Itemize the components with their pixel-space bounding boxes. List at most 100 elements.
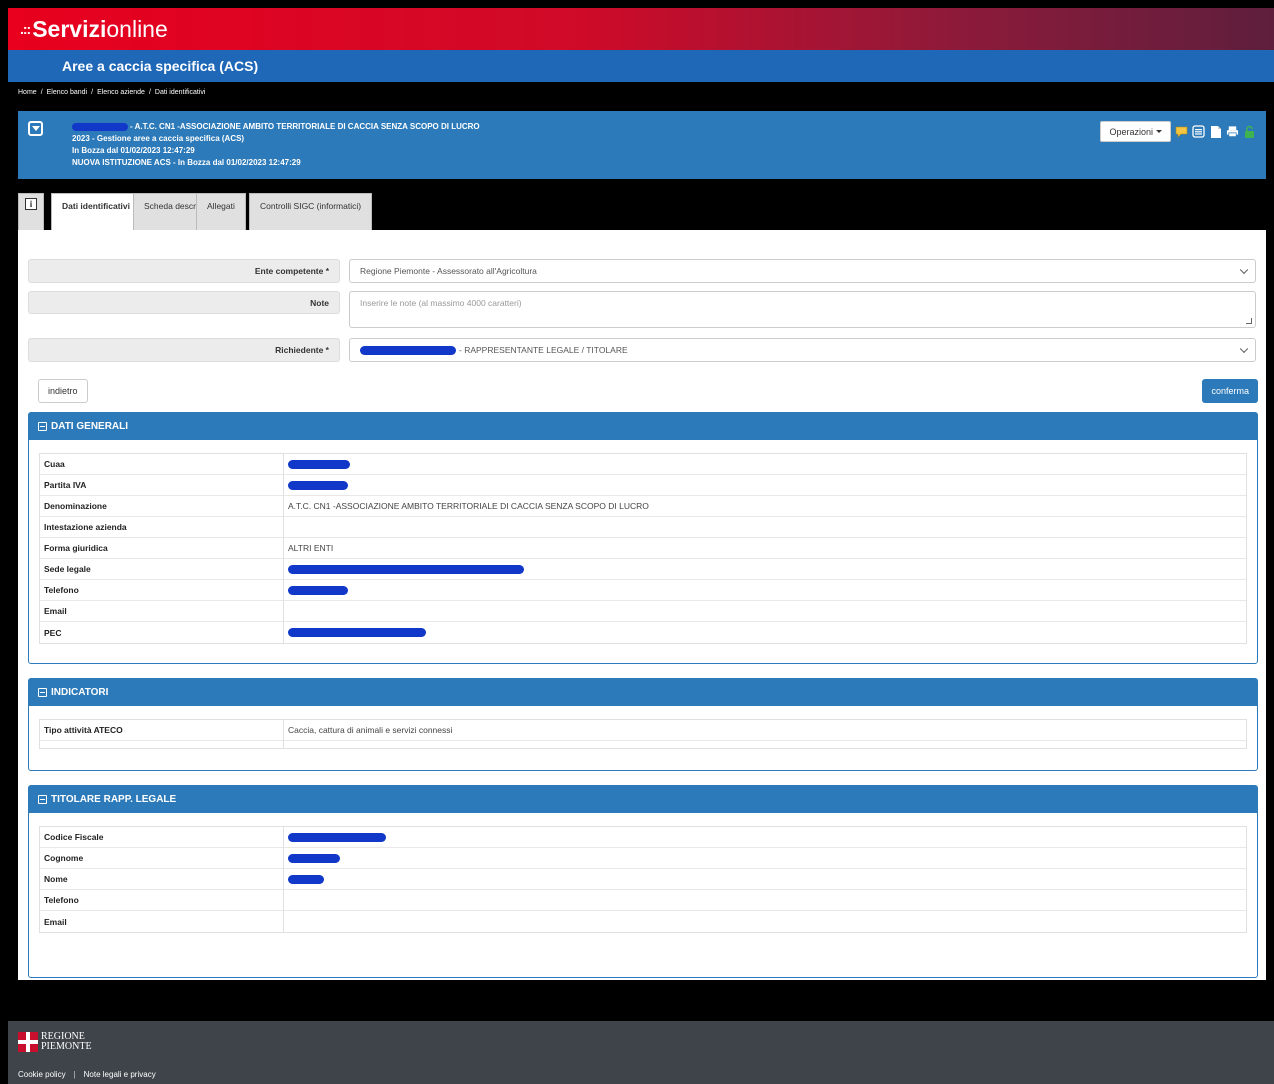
table-row: Intestazione azienda — [40, 517, 1246, 538]
table-row: Email — [40, 911, 1246, 932]
redacted-value — [288, 585, 348, 595]
flag-icon — [18, 1032, 38, 1052]
row-value — [284, 827, 1246, 847]
document-icon[interactable] — [1209, 124, 1222, 139]
redacted-name — [360, 345, 456, 355]
legal-privacy-link[interactable]: Note legali e privacy — [84, 1070, 156, 1079]
note-label: Note — [28, 291, 340, 314]
row-key: Email — [40, 601, 284, 621]
page-title: Aree a caccia specifica (ACS) — [62, 58, 259, 74]
row-key: Email — [40, 911, 284, 932]
practice-type-status: NUOVA ISTITUZIONE ACS - In Bozza dal 01/… — [72, 158, 301, 167]
table-row: PEC — [40, 622, 1246, 643]
table-row: Nome — [40, 869, 1246, 890]
ente-competente-select[interactable]: Regione Piemonte - Assessorato all'Agric… — [349, 259, 1256, 283]
redacted-value — [288, 853, 340, 863]
collapse-toggle-button[interactable] — [28, 121, 43, 136]
note-textarea[interactable]: Inserire le note (al massimo 4000 caratt… — [349, 291, 1256, 328]
brand-bar: .:: Servizi online — [8, 8, 1274, 50]
row-key: Telefono — [40, 890, 284, 910]
row-value: Caccia, cattura di animali e servizi con… — [288, 725, 453, 735]
practice-title: - A.T.C. CN1 -ASSOCIAZIONE AMBITO TERRIT… — [130, 122, 480, 131]
brand-name-light[interactable]: online — [106, 16, 167, 43]
panel-indicatori: INDICATORI Tipo attività ATECO Caccia, ca… — [28, 678, 1258, 771]
table-row: Denominazione A.T.C. CN1 -ASSOCIAZIONE AM… — [40, 496, 1246, 517]
row-value — [284, 848, 1246, 868]
resize-handle-icon[interactable] — [1246, 318, 1252, 324]
table-row: Tipo attività ATECO Caccia, cattura di an… — [40, 720, 1246, 741]
richiedente-row: Richiedente * - RAPPRESENTANTE LEGALE / … — [28, 338, 1256, 362]
richiedente-label: Richiedente * — [28, 338, 340, 362]
row-key: Tipo attività ATECO — [40, 720, 284, 740]
breadcrumb-elenco-aziende[interactable]: Elenco aziende — [97, 89, 145, 96]
panel-dati-generali: DATI GENERALI Cuaa Partita IVA Denominaz… — [28, 412, 1258, 664]
redacted-value — [288, 480, 348, 490]
lock-icon[interactable] — [1243, 124, 1256, 139]
row-key: PEC — [40, 622, 284, 643]
row-key: Cognome — [40, 848, 284, 868]
breadcrumb-elenco-bandi[interactable]: Elenco bandi — [47, 89, 87, 96]
brand-name-bold[interactable]: Servizi — [32, 16, 106, 43]
row-value — [284, 454, 1246, 474]
richiedente-value: - RAPPRESENTANTE LEGALE / TITOLARE — [459, 345, 628, 355]
brand-dots: .:: — [20, 21, 31, 37]
ente-competente-value: Regione Piemonte - Assessorato all'Agric… — [360, 266, 537, 276]
table-row: Telefono — [40, 890, 1246, 911]
dati-generali-table: Cuaa Partita IVA Denominazione A.T.C. CN1… — [39, 453, 1247, 644]
practice-bando: 2023 - Gestione aree a caccia specifica … — [72, 134, 245, 143]
footer-links: Cookie policy | Note legali e privacy — [18, 1070, 156, 1079]
row-value — [284, 601, 1246, 621]
logo-text: REGIONE PIEMONTE — [41, 1032, 92, 1052]
richiedente-select[interactable]: - RAPPRESENTANTE LEGALE / TITOLARE — [349, 338, 1256, 362]
row-value — [284, 911, 1246, 932]
list-icon[interactable] — [1192, 124, 1205, 139]
row-key: Forma giuridica — [40, 538, 284, 558]
operations-toolbar: Operazioni — [1100, 121, 1256, 142]
table-row: Sede legale — [40, 559, 1246, 580]
tab-controlli-sigc[interactable]: Controlli SIGC (informatici) — [249, 193, 373, 230]
row-value — [284, 559, 1246, 579]
table-row: Partita IVA — [40, 475, 1246, 496]
chevron-down-icon — [1239, 265, 1249, 275]
indicatori-table: Tipo attività ATECO Caccia, cattura di an… — [39, 719, 1247, 749]
comment-icon[interactable] — [1175, 124, 1188, 139]
panel-titolare: TITOLARE RAPP. LEGALE Codice Fiscale Cog… — [28, 785, 1258, 978]
main-content: Ente competente * Regione Piemonte - Ass… — [18, 230, 1266, 980]
tab-dati-identificativi[interactable]: Dati identificativi — [51, 193, 142, 231]
row-key: Telefono — [40, 580, 284, 600]
tab-info[interactable]: i — [18, 193, 44, 230]
caret-down-icon — [1156, 130, 1162, 133]
info-icon: i — [25, 198, 37, 210]
titolare-table: Codice Fiscale Cognome Nome Telefono Ema… — [39, 826, 1247, 933]
panel-indicatori-header[interactable]: INDICATORI — [29, 679, 1257, 706]
panel-titolare-header[interactable]: TITOLARE RAPP. LEGALE — [29, 786, 1257, 813]
operations-dropdown-button[interactable]: Operazioni — [1100, 121, 1171, 142]
confirm-button[interactable]: conferma — [1202, 379, 1258, 403]
table-row: Cuaa — [40, 454, 1246, 475]
row-value — [284, 580, 1246, 600]
row-value — [284, 622, 1246, 643]
table-row: Cognome — [40, 848, 1246, 869]
redacted-code — [72, 122, 128, 131]
breadcrumb-home[interactable]: Home — [18, 89, 37, 96]
table-row: Telefono — [40, 580, 1246, 601]
app-window: .:: Servizi online Aree a caccia specifi… — [8, 8, 1274, 980]
panel-dati-generali-header[interactable]: DATI GENERALI — [29, 413, 1257, 440]
panel-titolare-title: TITOLARE RAPP. LEGALE — [51, 794, 177, 805]
tab-allegati[interactable]: Allegati — [196, 193, 246, 230]
cookie-policy-link[interactable]: Cookie policy — [18, 1070, 66, 1079]
row-key: Denominazione — [40, 496, 284, 516]
note-row: Note Inserire le note (al massimo 4000 c… — [28, 291, 1256, 328]
row-key: Cuaa — [40, 454, 284, 474]
chevron-down-icon — [1239, 344, 1249, 354]
row-value: ALTRI ENTI — [288, 543, 334, 553]
table-row: Forma giuridica ALTRI ENTI — [40, 538, 1246, 559]
row-key — [40, 741, 284, 748]
back-button[interactable]: indietro — [38, 379, 88, 403]
row-value: A.T.C. CN1 -ASSOCIAZIONE AMBITO TERRITOR… — [288, 501, 649, 511]
print-icon[interactable] — [1226, 124, 1239, 139]
row-key: Nome — [40, 869, 284, 889]
breadcrumb: Home / Elenco bandi / Elenco aziende / Dati… — [8, 82, 1274, 103]
regione-piemonte-logo[interactable]: REGIONE PIEMONTE — [18, 1032, 92, 1052]
operations-label: Operazioni — [1109, 126, 1153, 137]
